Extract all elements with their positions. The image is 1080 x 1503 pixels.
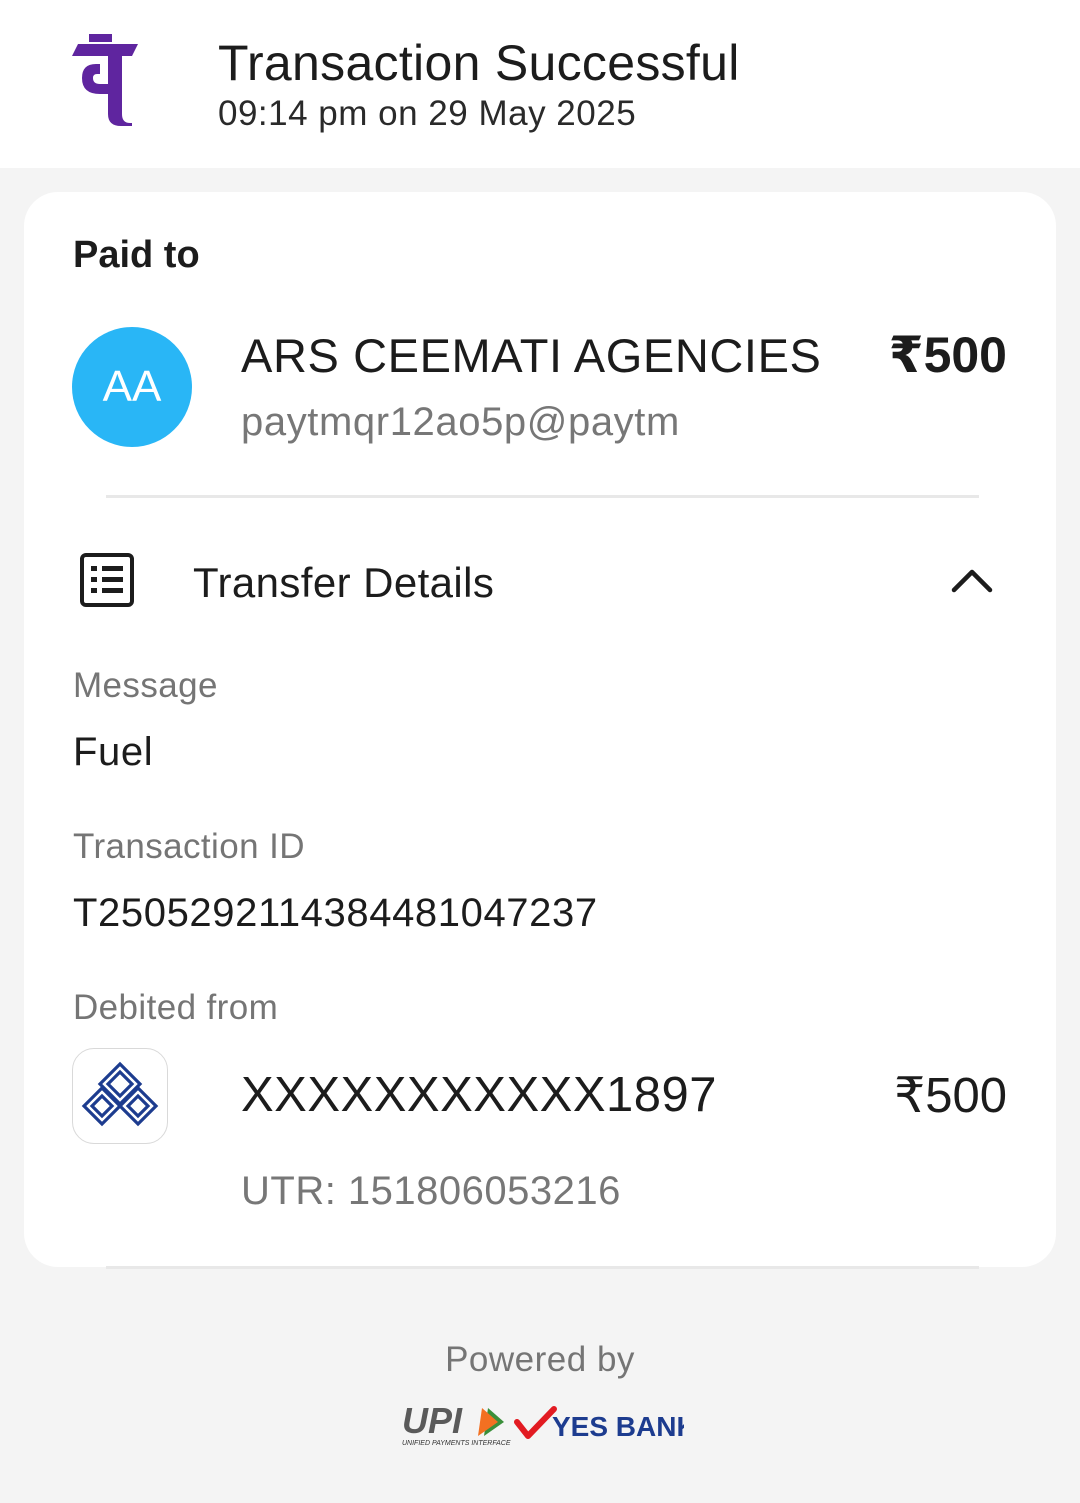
receipt-list-icon bbox=[80, 553, 134, 607]
powered-by-label: Powered by bbox=[445, 1340, 635, 1379]
upi-subtext: UNIFIED PAYMENTS INTERFACE bbox=[402, 1440, 511, 1447]
yes-bank-logo-icon: YES BANK bbox=[514, 1406, 684, 1442]
upi-logo-text: UPI bbox=[402, 1402, 463, 1441]
avatar-initials: AA bbox=[102, 362, 162, 411]
paid-to-label: Paid to bbox=[73, 234, 200, 276]
upi-logo-icon: UPI UNIFIED PAYMENTS INTERFACE bbox=[402, 1402, 511, 1447]
phonepe-logo-icon bbox=[72, 34, 138, 126]
debit-amount: ₹500 bbox=[894, 1069, 1007, 1123]
utr-number[interactable]: UTR: 151806053216 bbox=[241, 1169, 621, 1214]
debited-from-label: Debited from bbox=[73, 988, 279, 1027]
payee-upi-id: paytmqr12ao5p@paytm bbox=[241, 400, 680, 444]
transfer-details-toggle[interactable]: Transfer Details bbox=[193, 559, 494, 607]
bank-emblem-icon bbox=[81, 1061, 159, 1127]
chevron-up-icon[interactable] bbox=[950, 564, 994, 594]
divider bbox=[106, 1266, 979, 1269]
transaction-id-value[interactable]: T2505292114384481047237 bbox=[73, 891, 598, 936]
debit-account-number: XXXXXXXXXXX1897 bbox=[241, 1068, 718, 1122]
transaction-card: Paid to AA ARS CEEMATI AGENCIES ₹500 pay… bbox=[24, 192, 1056, 1267]
payee-amount: ₹500 bbox=[888, 327, 1007, 383]
yes-bank-text: YES BANK bbox=[552, 1411, 684, 1442]
page-title: Transaction Successful bbox=[218, 35, 740, 91]
bank-logo-icon bbox=[72, 1048, 168, 1144]
transaction-timestamp: 09:14 pm on 29 May 2025 bbox=[218, 94, 637, 133]
message-label: Message bbox=[73, 666, 218, 705]
divider bbox=[106, 495, 979, 498]
transaction-id-label: Transaction ID bbox=[73, 827, 305, 866]
message-value: Fuel bbox=[73, 730, 154, 774]
payee-name: ARS CEEMATI AGENCIES bbox=[241, 329, 822, 382]
avatar: AA bbox=[72, 327, 192, 447]
header: Transaction Successful 09:14 pm on 29 Ma… bbox=[0, 0, 1080, 168]
